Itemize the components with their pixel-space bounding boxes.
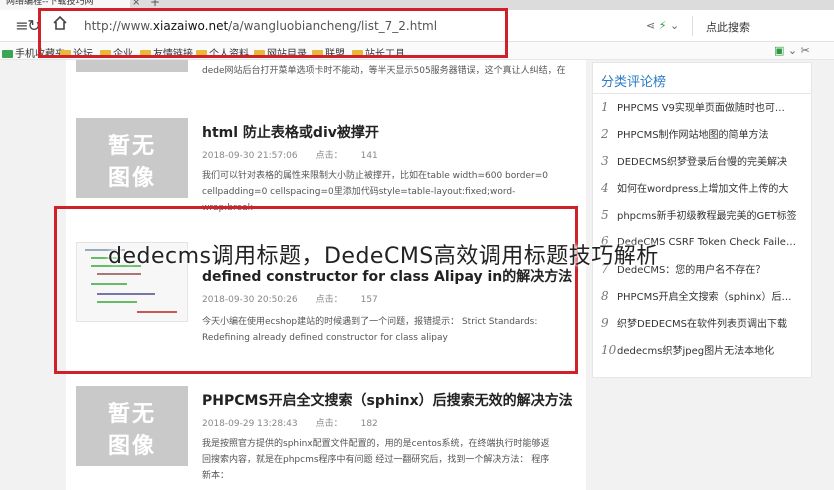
rank-label: PHPCMS制作网站地图的简单方法	[617, 130, 769, 141]
excel-extension-icon[interactable]: ▣	[774, 44, 784, 57]
share-icon[interactable]: ⋖ ⚡ ⌄	[646, 19, 679, 32]
hits-count: 141	[360, 151, 378, 161]
rank-label: phpcms新手初级教程最完美的GET标签	[617, 211, 797, 222]
hits-label: 点击：	[315, 419, 343, 429]
close-tab-icon[interactable]: ×	[132, 0, 140, 8]
extension-icons[interactable]: ▣ ⌄ ✂	[774, 44, 810, 57]
rank-number: 4	[601, 181, 609, 195]
article-meta: 2018-09-30 21:57:06 点击： 141	[202, 148, 396, 161]
article-thumbnail-placeholder[interactable]: 暂无 图像	[76, 118, 188, 198]
ranking-item[interactable]: 8 PHPCMS开启全文搜索（sphinx）后…	[601, 288, 806, 303]
scrollbar[interactable]	[814, 62, 834, 490]
lightning-icon[interactable]: ⚡	[659, 19, 667, 32]
scissors-icon[interactable]: ✂	[801, 44, 810, 57]
article-highlight-box	[54, 206, 578, 374]
rank-number: 1	[601, 100, 609, 114]
rank-number: 2	[601, 127, 609, 141]
article-desc-fragment: dede网站后台打开菜单选项卡时不能动，等半天显示505服务器错误，这个真让人纠…	[202, 66, 566, 76]
rank-number: 3	[601, 154, 609, 168]
rank-number: 9	[601, 316, 609, 330]
url-highlight-box	[38, 8, 508, 58]
rank-label: PHPCMS V9实现单页面做随时也可…	[617, 103, 785, 114]
article-thumbnail[interactable]	[76, 60, 188, 72]
rank-label: PHPCMS开启全文搜索（sphinx）后…	[617, 292, 792, 303]
article-thumbnail-placeholder[interactable]: 暂无 图像	[76, 386, 188, 466]
rank-number: 10	[601, 343, 617, 357]
article-meta: 2018-09-29 13:28:43 点击： 182	[202, 416, 396, 429]
placeholder-text: 图像	[107, 434, 156, 459]
article-date: 2018-09-29 13:28:43	[202, 419, 298, 429]
ranking-item[interactable]: 2 PHPCMS制作网站地图的简单方法	[601, 126, 806, 141]
rank-label: dedecms织梦jpeg图片无法本地化	[617, 346, 775, 357]
divider	[692, 16, 693, 36]
rank-number: 5	[601, 208, 609, 222]
overlay-caption: dedecms调用标题，DedeCMS高效调用标题技巧解析	[108, 244, 659, 269]
search-button[interactable]: 点此搜索	[706, 19, 750, 35]
rank-label: 织梦DEDECMS在软件列表页调出下载	[617, 319, 787, 330]
article-title[interactable]: html 防止表格或div被撑开	[202, 122, 379, 142]
hits-label: 点击：	[315, 151, 343, 161]
rank-label: DEDECMS织梦登录后台慢的完美解决	[617, 157, 787, 168]
ranking-item[interactable]: 3 DEDECMS织梦登录后台慢的完美解决	[601, 153, 806, 168]
article-description: 我是按照官方提供的sphinx配置文件配置的，用的是centos系统，在终端执行…	[202, 439, 550, 481]
rank-label: 如何在wordpress上增加文件上传的大	[617, 184, 789, 195]
placeholder-text: 图像	[107, 166, 156, 191]
ranking-item[interactable]: 9 织梦DEDECMS在软件列表页调出下载	[601, 315, 806, 330]
sidebar-comment-ranking: 分类评论榜 1 PHPCMS V9实现单页面做随时也可… 2 PHPCMS制作网站地…	[592, 62, 812, 378]
article-title[interactable]: PHPCMS开启全文搜索（sphinx）后搜索无效的解决方法	[202, 390, 573, 410]
placeholder-text: 暂无	[107, 402, 156, 427]
sidebar-title: 分类评论榜	[601, 75, 667, 90]
chevron-down-icon[interactable]: ⌄	[670, 19, 679, 32]
ranking-item[interactable]: 1 PHPCMS V9实现单页面做随时也可…	[601, 99, 806, 114]
divider	[593, 93, 811, 94]
ranking-item[interactable]: 10dedecms织梦jpeg图片无法本地化	[601, 342, 806, 357]
placeholder-text: 暂无	[107, 134, 156, 159]
ranking-item[interactable]: 5 phpcms新手初级教程最完美的GET标签	[601, 207, 806, 222]
article-date: 2018-09-30 21:57:06	[202, 151, 298, 161]
ranking-item[interactable]: 4 如何在wordpress上增加文件上传的大	[601, 180, 806, 195]
hits-count: 182	[360, 419, 378, 429]
bookmark-icon	[2, 50, 13, 58]
rank-number: 8	[601, 289, 609, 303]
share-glyph: ⋖	[646, 19, 656, 32]
chevron-down-icon[interactable]: ⌄	[788, 44, 797, 57]
